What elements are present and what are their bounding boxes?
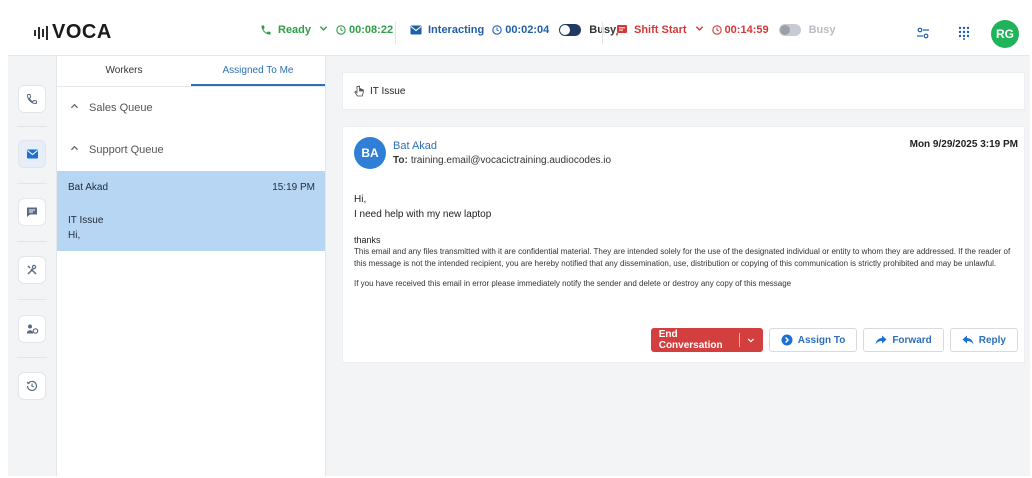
email-body: Hi, I need help with my new laptop thank… [354, 194, 1019, 288]
email-icon [26, 149, 38, 159]
divider [395, 22, 396, 44]
rail-divider [17, 299, 47, 300]
interacting-timer: 00:02:04 [492, 24, 549, 36]
queue-panel: Workers Assigned To Me Sales Queue Suppo… [57, 56, 326, 476]
voca-logo: VOCA [34, 21, 112, 44]
support-queue[interactable]: Support Queue [57, 129, 325, 171]
interacting-status: Interacting 00:02:04 Busy [410, 24, 616, 36]
reply-button[interactable]: Reply [949, 328, 1018, 352]
queue-label: Support Queue [89, 144, 164, 156]
phone-icon [260, 24, 272, 36]
conversation-header: Bat Akad 15:19 PM [68, 182, 315, 193]
reply-label: Reply [978, 334, 1006, 346]
settings-sliders-button[interactable] [912, 22, 934, 44]
app-frame: VOCA Ready 00:08:22 Interacting 00:02:04… [8, 10, 1030, 476]
rail-email-button[interactable] [18, 140, 46, 168]
ready-label: Ready [278, 24, 312, 36]
clock-icon [492, 25, 502, 35]
end-conversation-label: End Conversation [658, 329, 723, 351]
left-rail [8, 56, 57, 476]
recipient-address: training.email@vocacictraining.audiocode… [410, 155, 612, 166]
rail-divider [17, 241, 47, 242]
conversation-sender: Bat Akad [68, 182, 109, 193]
busy-toggle[interactable] [559, 24, 582, 36]
phone-icon [26, 94, 37, 105]
team-icon [26, 324, 38, 334]
rail-divider [17, 183, 47, 184]
sender-name[interactable]: Bat Akad [393, 140, 437, 152]
sender-avatar: BA [354, 137, 386, 169]
assign-to-button[interactable]: Assign To [768, 328, 858, 352]
ready-status[interactable]: Ready 00:08:22 [260, 24, 393, 36]
ready-timer: 00:08:22 [336, 24, 393, 36]
tab-workers[interactable]: Workers [57, 56, 191, 86]
conversation-subject: IT Issue [68, 215, 104, 226]
chevron-down-icon[interactable] [319, 24, 328, 36]
chat-icon [27, 207, 37, 217]
user-avatar[interactable]: RG [991, 20, 1019, 48]
shift-status[interactable]: Shift Start 00:14:59 Busy [616, 24, 836, 36]
hand-pointer-icon [354, 85, 364, 97]
rail-team-button[interactable] [18, 315, 46, 343]
rail-phone-button[interactable] [18, 85, 46, 113]
dialpad-icon [958, 26, 970, 40]
conversation-time: 15:19 PM [272, 182, 315, 193]
email-actions: End Conversation Assign To Forward Reply [650, 328, 1018, 352]
clock-icon [336, 25, 346, 35]
shift-timer-text: 00:14:59 [724, 24, 769, 36]
error-notice-text: If you have received this email in error… [354, 279, 792, 288]
assign-to-label: Assign To [797, 334, 846, 346]
subject-bar: IT Issue [342, 72, 1025, 110]
body-thanks: thanks [354, 235, 381, 245]
queue-label: Sales Queue [89, 102, 153, 114]
body-line: I need help with my new laptop [354, 209, 492, 220]
top-bar: VOCA Ready 00:08:22 Interacting 00:02:04… [8, 10, 1030, 56]
tools-icon [27, 264, 37, 275]
email-date: Mon 9/29/2025 3:19 PM [909, 139, 1018, 150]
chevron-down-icon[interactable] [695, 24, 704, 36]
mail-icon [410, 25, 422, 35]
busy-label: Busy [808, 24, 836, 36]
dialpad-button[interactable] [953, 22, 975, 44]
sales-queue[interactable]: Sales Queue [57, 87, 325, 129]
shift-flag-icon [616, 24, 628, 36]
body-greeting: Hi, [354, 194, 367, 205]
subject-title: IT Issue [370, 85, 406, 97]
to-label: To: [393, 155, 408, 166]
conversation-preview: Hi, [68, 230, 81, 241]
chevron-up-icon [70, 102, 79, 114]
rail-divider [17, 126, 47, 127]
clock-icon [711, 25, 722, 35]
conversation-list-item[interactable]: Bat Akad 15:19 PM IT Issue Hi, [57, 171, 325, 251]
interacting-timer-text: 00:02:04 [505, 24, 550, 36]
shift-label: Shift Start [634, 24, 687, 36]
forward-button[interactable]: Forward [863, 328, 944, 352]
logo-bars-icon [34, 25, 48, 40]
forward-label: Forward [892, 334, 932, 346]
shift-timer: 00:14:59 [711, 24, 769, 36]
chevron-up-icon [70, 144, 79, 156]
ready-timer-text: 00:08:22 [349, 24, 394, 36]
end-conversation-button[interactable]: End Conversation [650, 328, 763, 352]
rail-chat-button[interactable] [18, 198, 46, 226]
chevron-down-icon [747, 338, 754, 343]
email-message: BA Bat Akad To: training.email@vocacictra… [342, 126, 1025, 363]
assign-arrow-icon [781, 334, 793, 346]
sliders-icon [917, 27, 929, 39]
recipient-line: To: training.email@vocacictraining.audioc… [393, 155, 611, 166]
logo-text: VOCA [52, 21, 112, 43]
rail-tools-button[interactable] [18, 256, 46, 284]
button-divider [739, 333, 740, 347]
rail-history-button[interactable] [18, 372, 46, 400]
queue-tabs: Workers Assigned To Me [57, 56, 325, 87]
tab-assigned-to-me[interactable]: Assigned To Me [191, 56, 325, 86]
busy-toggle-disabled[interactable] [778, 24, 801, 36]
divider [602, 22, 603, 44]
disclaimer-text: This email and any files transmitted wit… [354, 247, 1011, 268]
interacting-label: Interacting [428, 24, 485, 36]
forward-icon [875, 335, 887, 345]
history-icon [26, 380, 38, 392]
reply-icon [962, 335, 974, 345]
rail-divider [17, 357, 47, 358]
